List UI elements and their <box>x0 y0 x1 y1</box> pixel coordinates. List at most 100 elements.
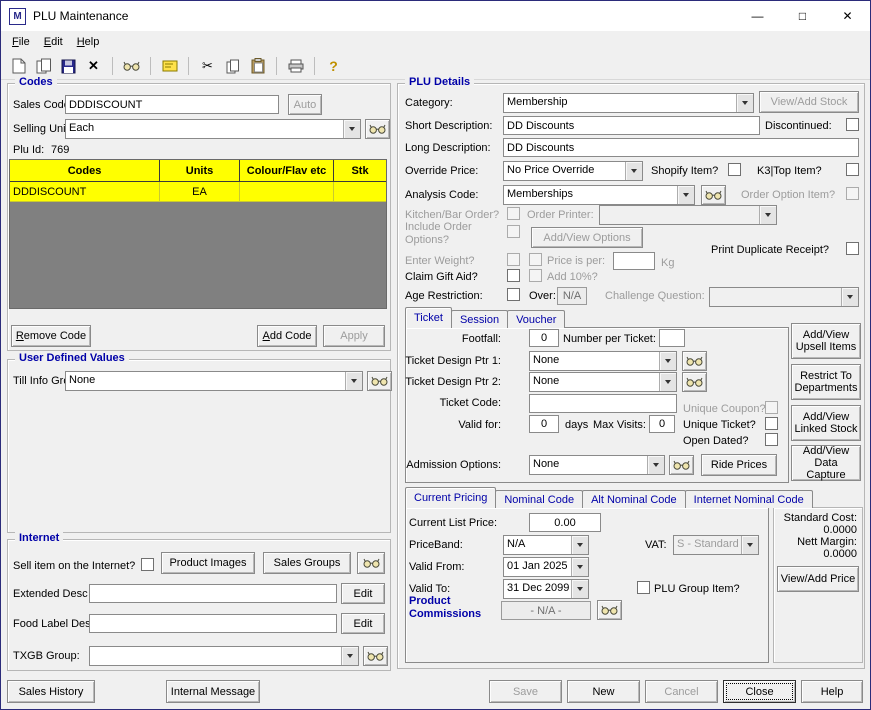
ticket-design-1-select[interactable]: None <box>529 351 677 371</box>
challenge-question-select[interactable] <box>709 287 859 307</box>
apply-button[interactable]: Apply <box>323 325 385 347</box>
selling-unit-search-button[interactable] <box>365 119 390 139</box>
discontinued-checkbox[interactable] <box>846 118 859 131</box>
minimize-button[interactable]: — <box>735 1 780 31</box>
new-button[interactable] <box>6 55 31 78</box>
ticket-design-2-search-button[interactable] <box>682 372 707 392</box>
kitchen-bar-order-checkbox[interactable] <box>507 207 520 220</box>
override-price-select[interactable]: No Price Override <box>503 161 643 181</box>
maximize-button[interactable]: □ <box>780 1 825 31</box>
footfall-input[interactable] <box>529 329 559 347</box>
product-images-button[interactable]: Product Images <box>161 552 255 574</box>
paste-button[interactable] <box>245 55 270 78</box>
tab-internet-nominal-code[interactable]: Internet Nominal Code <box>684 490 813 508</box>
print-button[interactable] <box>283 55 308 78</box>
restrict-to-departments-button[interactable]: Restrict To Departments <box>791 364 861 400</box>
number-per-ticket-input[interactable] <box>659 329 685 347</box>
extended-desc-input[interactable] <box>89 584 337 603</box>
analysis-code-select[interactable]: Memberships <box>503 185 695 205</box>
priceband-select[interactable]: N/A <box>503 535 589 555</box>
internal-message-button[interactable]: Internal Message <box>166 680 260 703</box>
menu-edit[interactable]: Edit <box>37 33 70 51</box>
txgb-search-button[interactable] <box>363 646 388 666</box>
extended-desc-edit-button[interactable]: Edit <box>341 583 385 604</box>
close-button[interactable]: Close <box>723 680 796 703</box>
valid-from-select[interactable]: 01 Jan 2025 <box>503 557 589 577</box>
analysis-search-button[interactable] <box>701 185 726 205</box>
open-dated-checkbox[interactable] <box>765 433 778 446</box>
food-label-desc-input[interactable] <box>89 614 337 633</box>
include-order-options-checkbox[interactable] <box>507 225 520 238</box>
txgb-group-select[interactable] <box>89 646 359 666</box>
admission-options-select[interactable]: None <box>529 455 665 475</box>
ride-prices-button[interactable]: Ride Prices <box>701 454 777 476</box>
save-button[interactable]: Save <box>489 680 562 703</box>
ticket-code-input[interactable] <box>529 394 677 413</box>
save-button-toolbar[interactable] <box>56 55 81 78</box>
add-view-data-capture-button[interactable]: Add/View Data Capture <box>791 445 861 481</box>
plu-group-item-checkbox[interactable] <box>637 581 650 594</box>
cut-button[interactable]: ✂ <box>195 55 220 78</box>
till-info-search-button[interactable] <box>367 371 392 391</box>
add-view-linked-stock-button[interactable]: Add/View Linked Stock <box>791 405 861 441</box>
price-is-per-input[interactable] <box>613 252 655 270</box>
view-add-stock-button[interactable]: View/Add Stock <box>759 91 859 113</box>
category-select[interactable]: Membership <box>503 93 754 113</box>
table-row[interactable]: DDDISCOUNT EA <box>10 182 386 202</box>
claim-gift-aid-checkbox[interactable] <box>507 269 520 282</box>
long-description-input[interactable] <box>503 138 859 157</box>
remove-code-button[interactable]: Remove Code <box>11 325 91 347</box>
unique-coupon-checkbox[interactable] <box>765 401 778 414</box>
help-button-toolbar[interactable]: ? <box>321 55 346 78</box>
sales-groups-button[interactable]: Sales Groups <box>263 552 351 574</box>
tab-current-pricing[interactable]: Current Pricing <box>405 487 497 508</box>
cancel-button[interactable]: Cancel <box>645 680 718 703</box>
tab-nominal-code[interactable]: Nominal Code <box>495 490 584 508</box>
valid-to-select[interactable]: 31 Dec 2099 <box>503 579 589 599</box>
valid-for-input[interactable] <box>529 415 559 433</box>
add-code-button[interactable]: Add Code <box>257 325 317 347</box>
order-printer-select[interactable] <box>599 205 777 225</box>
order-option-item-checkbox[interactable] <box>846 187 859 200</box>
price-is-per-checkbox[interactable] <box>529 253 542 266</box>
food-label-desc-edit-button[interactable]: Edit <box>341 613 385 634</box>
k3top-item-checkbox[interactable] <box>846 163 859 176</box>
close-window-button[interactable]: ✕ <box>825 1 870 31</box>
tab-alt-nominal-code[interactable]: Alt Nominal Code <box>582 490 686 508</box>
unique-ticket-checkbox[interactable] <box>765 417 778 430</box>
short-description-input[interactable] <box>503 116 760 135</box>
enter-weight-checkbox[interactable] <box>507 253 520 266</box>
add-10-percent-checkbox[interactable] <box>529 269 542 282</box>
sales-code-input[interactable] <box>65 95 279 114</box>
add-view-upsell-items-button[interactable]: Add/View Upsell Items <box>791 323 861 359</box>
help-button[interactable]: Help <box>801 680 863 703</box>
internet-search-button[interactable] <box>357 552 385 574</box>
add-view-options-button[interactable]: Add/View Options <box>531 227 643 248</box>
max-visits-input[interactable] <box>649 415 675 433</box>
commissions-search-button[interactable] <box>597 600 622 620</box>
duplicate-button[interactable] <box>31 55 56 78</box>
tab-session[interactable]: Session <box>450 310 509 328</box>
menu-help[interactable]: Help <box>70 33 107 51</box>
selling-unit-select[interactable]: Each <box>65 119 361 139</box>
vat-select[interactable]: S - Standard Ra <box>673 535 759 555</box>
tab-voucher[interactable]: Voucher <box>507 310 566 328</box>
view-add-price-button[interactable]: View/Add Price <box>777 566 859 592</box>
menu-file[interactable]: File <box>5 33 37 51</box>
current-list-price-input[interactable] <box>529 513 601 532</box>
age-restriction-checkbox[interactable] <box>507 288 520 301</box>
print-duplicate-receipt-checkbox[interactable] <box>846 242 859 255</box>
ticket-design-1-search-button[interactable] <box>682 351 707 371</box>
ticket-design-2-select[interactable]: None <box>529 372 677 392</box>
till-info-group-select[interactable]: None <box>65 371 363 391</box>
delete-button[interactable]: ✕ <box>81 55 106 78</box>
find-button[interactable] <box>119 55 144 78</box>
new-button-footer[interactable]: New <box>567 680 640 703</box>
sell-online-checkbox[interactable] <box>141 558 154 571</box>
sales-history-button[interactable]: Sales History <box>7 680 95 703</box>
shopify-item-checkbox[interactable] <box>728 163 741 176</box>
admission-search-button[interactable] <box>669 455 694 475</box>
tab-ticket[interactable]: Ticket <box>405 307 452 328</box>
copy-button[interactable] <box>220 55 245 78</box>
auto-button[interactable]: Auto <box>288 94 322 115</box>
